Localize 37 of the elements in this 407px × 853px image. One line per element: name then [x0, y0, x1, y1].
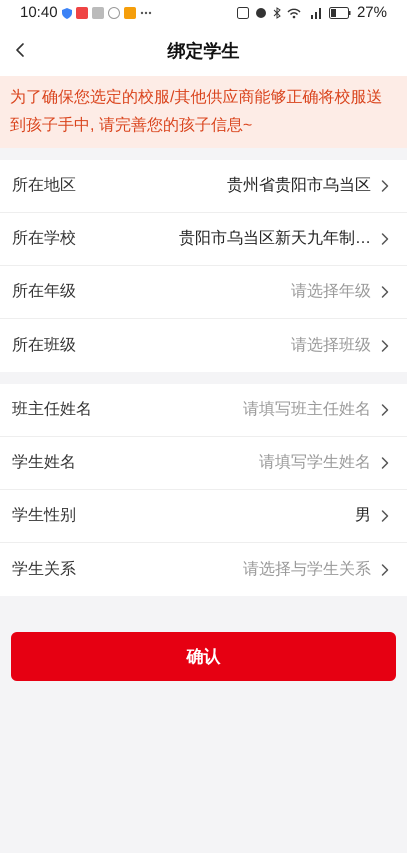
more-icon — [140, 11, 152, 15]
row-label: 所在学校 — [12, 229, 76, 249]
app-icon — [76, 7, 88, 19]
form-row[interactable]: 班主任姓名 请填写班主任姓名 — [0, 384, 407, 437]
row-placeholder: 请选择与学生关系 — [243, 560, 371, 580]
row-value: 贵阳市乌当区新天九年制… — [179, 228, 371, 249]
row-placeholder: 请填写班主任姓名 — [243, 400, 371, 420]
form-row[interactable]: 所在班级 请选择班级 — [0, 319, 407, 372]
row-label: 学生性别 — [12, 506, 76, 526]
row-value: 男 — [355, 506, 371, 526]
row-label: 班主任姓名 — [12, 400, 92, 420]
status-time: 10:40 — [20, 2, 58, 23]
confirm-button[interactable]: 确认 — [11, 632, 396, 681]
app-icon — [92, 7, 104, 19]
wifi-icon — [286, 7, 301, 19]
row-placeholder: 请选择年级 — [291, 282, 371, 302]
row-placeholder: 请选择班级 — [291, 336, 371, 356]
form-row[interactable]: 学生关系 请选择与学生关系 — [0, 543, 407, 596]
row-placeholder: 请填写学生姓名 — [259, 452, 371, 473]
row-label: 学生姓名 — [12, 452, 76, 473]
battery-percent: 27% — [356, 2, 387, 23]
row-value: 贵州省贵阳市乌当区 — [227, 176, 371, 196]
form-row[interactable]: 学生性别 男 — [0, 490, 407, 543]
row-label: 学生关系 — [12, 560, 76, 580]
form-row[interactable]: 所在地区 贵州省贵阳市乌当区 — [0, 160, 407, 213]
row-label: 所在班级 — [12, 336, 76, 356]
notice-banner: 为了确保您选定的校服/其他供应商能够正确将校服送到孩子手中, 请完善您的孩子信息~ — [0, 76, 407, 148]
form-row[interactable]: 所在学校 贵阳市乌当区新天九年制… — [0, 213, 407, 266]
battery-icon — [328, 7, 351, 19]
row-label: 所在地区 — [12, 176, 76, 196]
app-icon — [124, 7, 136, 19]
row-label: 所在年级 — [12, 282, 76, 302]
bluetooth-icon — [272, 7, 281, 19]
page-title: 绑定学生 — [168, 40, 240, 62]
form-row[interactable]: 所在年级 请选择年级 — [0, 266, 407, 319]
shield-icon — [62, 8, 72, 18]
form-row[interactable]: 学生姓名 请填写学生姓名 — [0, 437, 407, 490]
